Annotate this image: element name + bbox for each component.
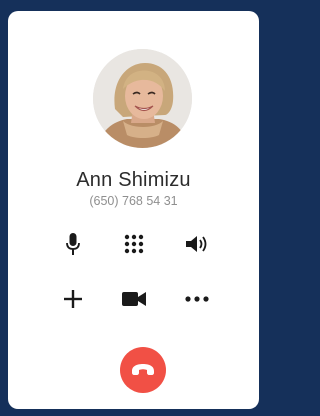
contact-photo <box>93 49 192 148</box>
call-card: Ann Shimizu (650) 768 54 31 <box>8 11 259 409</box>
add-call-button[interactable] <box>58 284 88 314</box>
video-camera-icon <box>122 292 146 306</box>
keypad-button[interactable] <box>119 229 149 259</box>
speaker-button[interactable] <box>182 229 212 259</box>
plus-icon <box>64 290 82 308</box>
speaker-icon <box>186 236 207 252</box>
more-button[interactable] <box>182 284 212 314</box>
microphone-icon <box>66 233 80 255</box>
contact-name: Ann Shimizu <box>76 169 191 191</box>
video-button[interactable] <box>119 284 149 314</box>
contact-phone: (650) 768 54 31 <box>89 194 178 208</box>
avatar <box>93 49 192 148</box>
hang-up-icon <box>132 364 154 375</box>
keypad-icon <box>124 234 144 254</box>
more-icon <box>185 296 209 302</box>
mute-button[interactable] <box>58 229 88 259</box>
end-call-button[interactable] <box>120 347 166 393</box>
